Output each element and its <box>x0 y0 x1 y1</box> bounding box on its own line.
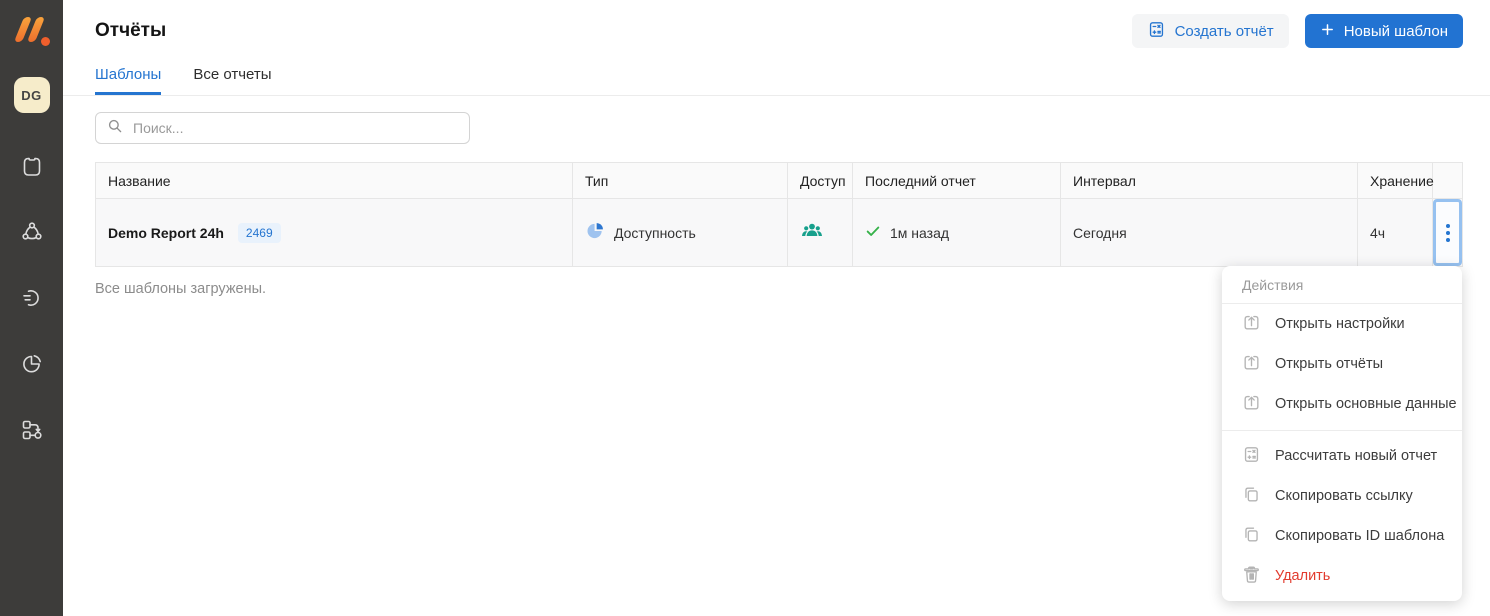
menu-item-open-reports[interactable]: Открыть отчёты <box>1222 344 1462 384</box>
check-icon <box>865 223 881 242</box>
actions-dropdown: Действия Открыть настройки От <box>1222 266 1462 601</box>
availability-pie-icon <box>585 221 605 244</box>
last-report-time: 1м назад <box>890 225 949 241</box>
template-name[interactable]: Demo Report 24h <box>108 225 224 241</box>
col-header-last-report: Последний отчет <box>853 163 1061 199</box>
plus-icon <box>1320 22 1335 41</box>
col-header-type: Тип <box>573 163 788 199</box>
col-header-interval: Интервал <box>1061 163 1358 199</box>
templates-table: Название Тип Доступ Последний отчет Инте… <box>95 162 1463 267</box>
menu-item-label: Открыть основные данные <box>1275 396 1457 412</box>
interval-value: Сегодня <box>1073 225 1127 241</box>
table-row[interactable]: Demo Report 24h 2469 Д <box>96 199 1463 267</box>
search-icon <box>106 117 124 140</box>
create-report-label: Создать отчёт <box>1175 23 1274 40</box>
menu-item-open-settings[interactable]: Открыть настройки <box>1222 304 1462 344</box>
search-input[interactable] <box>133 120 459 136</box>
dropdown-header: Действия <box>1222 266 1462 304</box>
copy-icon <box>1242 485 1261 508</box>
col-header-access: Доступ <box>788 163 853 199</box>
calculator-icon <box>1242 445 1261 468</box>
copy-icon <box>1242 525 1261 548</box>
row-actions-kebab-button[interactable] <box>1433 199 1462 266</box>
menu-item-copy-template-id[interactable]: Скопировать ID шаблона <box>1222 516 1462 556</box>
calculator-icon <box>1147 20 1166 43</box>
create-report-button[interactable]: Создать отчёт <box>1132 14 1289 48</box>
menu-item-label: Удалить <box>1275 568 1330 584</box>
table-header-row: Название Тип Доступ Последний отчет Инте… <box>96 163 1463 199</box>
menu-divider <box>1222 430 1462 431</box>
sidebar: DG <box>0 0 63 616</box>
stream-icon[interactable] <box>19 285 45 311</box>
board-icon[interactable] <box>19 153 45 179</box>
col-header-actions <box>1433 163 1463 199</box>
menu-item-label: Рассчитать новый отчет <box>1275 448 1437 464</box>
tab-all-reports[interactable]: Все отчеты <box>193 66 271 95</box>
menu-item-copy-link[interactable]: Скопировать ссылку <box>1222 476 1462 516</box>
menu-item-label: Скопировать ссылку <box>1275 488 1413 504</box>
menu-item-label: Открыть отчёты <box>1275 356 1383 372</box>
main-content: Отчёты Создать отчёт Новы <box>63 0 1490 616</box>
app-window: DG <box>0 0 1490 616</box>
open-window-icon <box>1242 353 1261 376</box>
open-window-icon <box>1242 313 1261 336</box>
group-icon <box>800 230 824 246</box>
page-title: Отчёты <box>95 20 166 42</box>
menu-item-open-master-data[interactable]: Открыть основные данные <box>1222 384 1462 424</box>
new-template-label: Новый шаблон <box>1344 23 1448 40</box>
tab-templates[interactable]: Шаблоны <box>95 66 161 95</box>
share-icon[interactable] <box>19 219 45 245</box>
trash-icon <box>1242 565 1261 588</box>
template-id-badge: 2469 <box>238 223 281 243</box>
header-actions: Создать отчёт Новый шаблон <box>1132 14 1463 48</box>
col-header-name: Название <box>96 163 573 199</box>
search-box <box>95 112 470 144</box>
pie-chart-icon[interactable] <box>19 351 45 377</box>
new-template-button[interactable]: Новый шаблон <box>1305 14 1463 48</box>
storage-value: 4ч <box>1370 225 1385 241</box>
open-window-icon <box>1242 393 1261 416</box>
avatar[interactable]: DG <box>14 77 50 113</box>
monq-logo-icon[interactable] <box>13 14 51 50</box>
template-type: Доступность <box>614 225 696 241</box>
menu-item-calculate-report[interactable]: Рассчитать новый отчет <box>1222 436 1462 476</box>
workflow-icon[interactable] <box>19 417 45 443</box>
col-header-storage: Хранение <box>1358 163 1433 199</box>
menu-item-label: Открыть настройки <box>1275 316 1405 332</box>
all-loaded-status: Все шаблоны загружены. <box>95 281 266 297</box>
menu-item-delete[interactable]: Удалить <box>1222 556 1462 596</box>
menu-item-label: Скопировать ID шаблона <box>1275 528 1444 544</box>
tabbar: Шаблоны Все отчеты <box>63 66 1490 96</box>
